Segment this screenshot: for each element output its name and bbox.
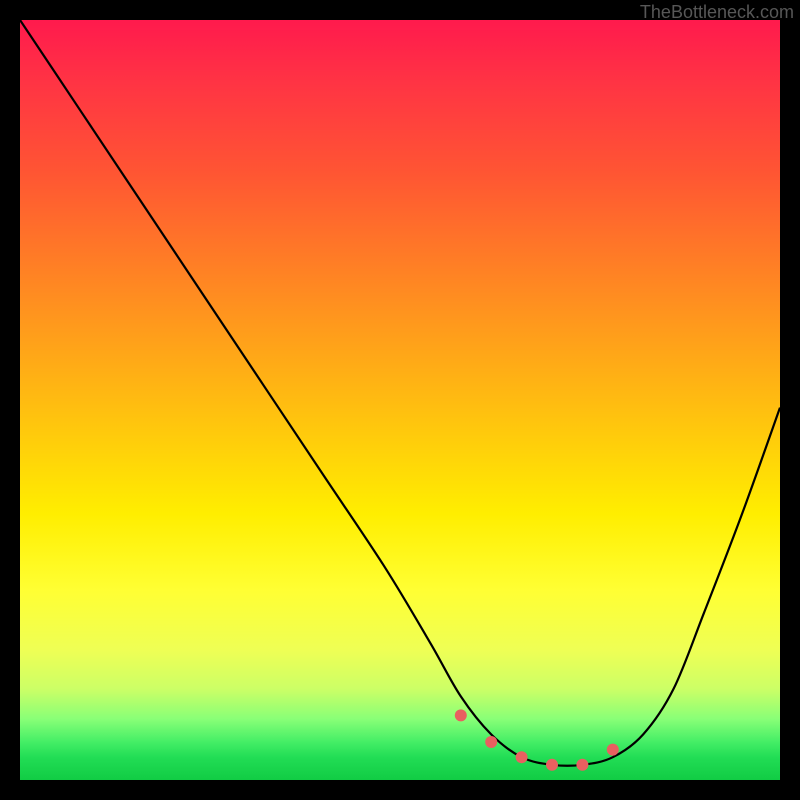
marker-point <box>516 751 528 763</box>
marker-point <box>455 709 467 721</box>
plot-area <box>20 20 780 780</box>
optimal-range-markers <box>20 20 780 780</box>
marker-point <box>607 744 619 756</box>
marker-point <box>576 759 588 771</box>
watermark-text: TheBottleneck.com <box>640 2 794 23</box>
marker-point <box>546 759 558 771</box>
marker-point <box>485 736 497 748</box>
chart-container: TheBottleneck.com <box>0 0 800 800</box>
